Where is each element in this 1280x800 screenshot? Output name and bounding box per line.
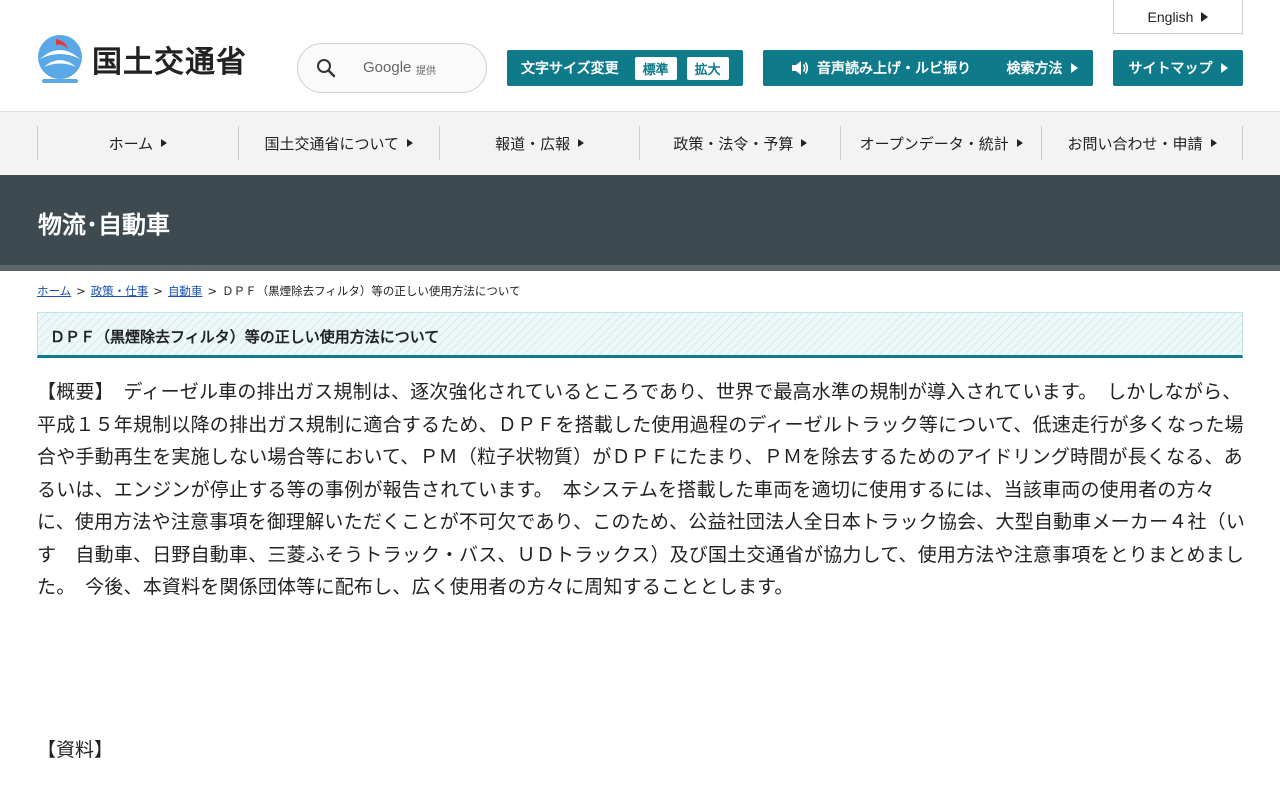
breadcrumb-separator: > (153, 284, 163, 298)
summary-paragraph: 【概要】 ディーゼル車の排出ガス規制は、逐次強化されているところであり、世界で最… (37, 381, 1246, 598)
arrow-right-icon (161, 139, 168, 147)
nav-item-label: お問い合わせ・申請 (1067, 134, 1203, 153)
nav-item-home[interactable]: ホーム (37, 126, 238, 160)
breadcrumb-home-link[interactable]: ホーム (37, 284, 71, 298)
section-title: 物流･自動車 (38, 211, 170, 239)
nav-item-policy[interactable]: 政策・法令・予算 (639, 126, 840, 160)
global-nav: ホーム 国土交通省について 報道・広報 政策・法令・予算 オープンデータ・統計 … (0, 112, 1280, 175)
arrow-right-icon (1220, 63, 1228, 73)
breadcrumb-current: ＤＰＦ（黒煙除去フィルタ）等の正しい使用方法について (222, 284, 521, 298)
logo-text: 国土交通省 (92, 45, 247, 80)
nav-item-press[interactable]: 報道・広報 (438, 126, 640, 160)
breadcrumb-policy-link[interactable]: 政策・仕事 (91, 284, 149, 298)
arrow-right-icon (1016, 139, 1023, 147)
speaker-icon (792, 61, 809, 75)
arrow-right-icon (1070, 63, 1078, 73)
sitemap-label: サイトマップ (1128, 61, 1213, 77)
voice-ruby-button[interactable]: 音声読み上げ・ルビ振り (763, 50, 999, 86)
site-search[interactable]: Google 提供 (297, 43, 487, 93)
search-google-label: Google (363, 59, 412, 76)
font-size-label: 文字サイズ変更 (521, 61, 619, 77)
voice-ruby-label: 音声読み上げ・ルビ振り (817, 61, 971, 77)
font-size-control: 文字サイズ変更 標準 拡大 (507, 50, 743, 86)
arrow-right-icon (578, 139, 585, 147)
sitemap-button[interactable]: サイトマップ (1113, 50, 1243, 86)
nav-item-about[interactable]: 国土交通省について (237, 126, 439, 160)
search-icon[interactable] (316, 58, 336, 78)
breadcrumb: ホーム > 政策・仕事 > 自動車 > ＤＰＦ（黒煙除去フィルタ）等の正しい使用方法について (37, 283, 521, 299)
nav-item-label: オープンデータ・統計 (859, 134, 1009, 153)
section-banner: 物流･自動車 (0, 175, 1280, 265)
nav-item-opendata[interactable]: オープンデータ・統計 (840, 126, 1041, 160)
page-heading: ＤＰＦ（黒煙除去フィルタ）等の正しい使用方法について (37, 312, 1243, 358)
page-title: ＤＰＦ（黒煙除去フィルタ）等の正しい使用方法について (50, 328, 440, 346)
arrow-right-icon (407, 139, 414, 147)
english-link[interactable]: English (1113, 0, 1243, 34)
search-method-label: 検索方法 (1006, 61, 1063, 77)
breadcrumb-automobile-link[interactable]: 自動車 (168, 284, 203, 298)
font-size-enlarge-button[interactable]: 拡大 (686, 56, 729, 80)
nav-item-label: 政策・法令・予算 (673, 134, 794, 153)
nav-item-label: 報道・広報 (495, 134, 571, 153)
search-provided-label: 提供 (416, 66, 436, 77)
site-logo[interactable]: 国土交通省 (36, 33, 247, 85)
section-banner-divider (0, 265, 1280, 271)
nav-item-label: 国土交通省について (264, 134, 400, 153)
english-label: English (1147, 8, 1194, 25)
nav-item-label: ホーム (108, 134, 154, 153)
arrow-right-icon (1201, 11, 1209, 22)
materials-heading: 【資料】 (37, 739, 114, 761)
mlit-logo-icon (38, 35, 82, 83)
breadcrumb-separator: > (76, 284, 86, 298)
search-method-button[interactable]: 検索方法 (991, 50, 1093, 86)
nav-item-contact[interactable]: お問い合わせ・申請 (1041, 126, 1243, 160)
arrow-right-icon (801, 139, 808, 147)
arrow-right-icon (1210, 139, 1217, 147)
font-size-standard-button[interactable]: 標準 (634, 56, 677, 80)
breadcrumb-separator: > (207, 284, 218, 298)
site-header: 国土交通省 Google 提供 文字サイズ変更 標準 拡大 音声読み上げ・ルビ振… (0, 0, 1280, 112)
